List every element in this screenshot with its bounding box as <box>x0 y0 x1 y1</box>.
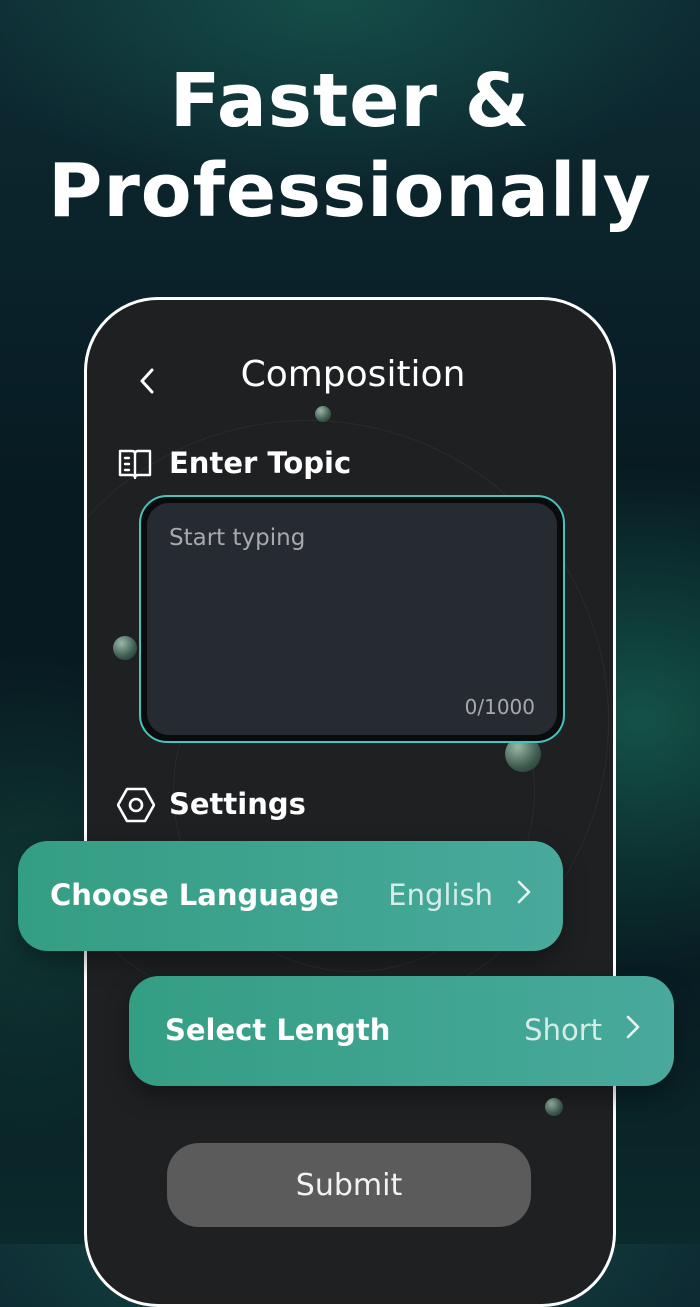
chevron-right-icon <box>626 1014 640 1044</box>
topic-input-container: 0/1000 <box>147 503 557 735</box>
enter-topic-label: Enter Topic <box>169 446 352 480</box>
hexagon-settings-icon <box>116 786 156 828</box>
phone-frame: Composition Enter Topic 0/1000 Settings … <box>84 297 616 1307</box>
select-length-option[interactable]: Select Length Short <box>129 976 674 1086</box>
settings-label: Settings <box>169 787 306 821</box>
length-value: Short <box>524 1013 602 1047</box>
chevron-right-icon <box>517 879 531 909</box>
decorative-sphere <box>545 1098 563 1116</box>
select-length-label: Select Length <box>165 1013 391 1047</box>
topic-box: 0/1000 <box>139 495 565 743</box>
screen-title: Composition <box>240 354 466 395</box>
character-counter: 0/1000 <box>464 695 535 719</box>
decorative-sphere <box>113 636 137 660</box>
headline: Faster & Professionally <box>0 56 700 236</box>
submit-button[interactable]: Submit <box>167 1143 531 1227</box>
book-icon <box>117 446 153 484</box>
headline-line-1: Faster & <box>169 58 531 144</box>
language-value: English <box>388 878 493 912</box>
decorative-sphere <box>315 406 331 422</box>
headline-line-2: Professionally <box>48 148 652 234</box>
choose-language-option[interactable]: Choose Language English <box>18 841 563 951</box>
choose-language-label: Choose Language <box>50 878 339 912</box>
